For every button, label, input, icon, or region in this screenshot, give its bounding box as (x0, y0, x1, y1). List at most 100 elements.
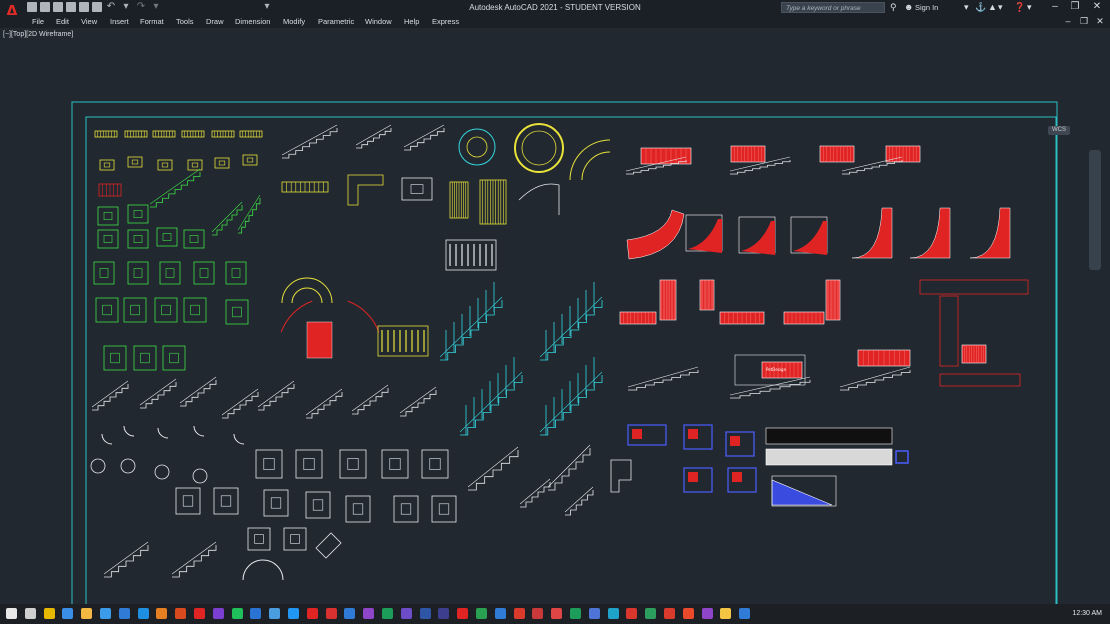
stair-elevation (460, 375, 523, 436)
menu-parametric[interactable]: Parametric (318, 17, 354, 26)
taskbar-app-icon[interactable] (137, 608, 149, 619)
taskbar-app-icon[interactable] (118, 608, 130, 619)
taskbar-app-icon[interactable] (739, 608, 751, 619)
search-icon[interactable] (24, 608, 36, 619)
navigation-bar[interactable] (1089, 150, 1101, 270)
autodesk-app-store-icon[interactable]: ⚓ (975, 2, 986, 12)
taskbar-app-icon[interactable] (344, 608, 356, 619)
menu-draw[interactable]: Draw (206, 17, 224, 26)
taskbar-app-icon[interactable] (231, 608, 243, 619)
spiral-stair (193, 425, 205, 437)
stair-elevation (540, 375, 603, 436)
taskbar-app-icon[interactable] (720, 608, 732, 619)
stair-plan (401, 177, 433, 201)
doc-close-icon[interactable]: ✕ (1094, 16, 1106, 27)
stair-elevation (468, 450, 519, 491)
stair-blocks (90, 123, 1029, 581)
help-dropdown-icon[interactable]: ▾ (1027, 2, 1032, 12)
menu-insert[interactable]: Insert (110, 17, 129, 26)
taskbar-app-icon[interactable] (438, 608, 450, 619)
menu-edit[interactable]: Edit (56, 17, 69, 26)
stair-plan (193, 261, 215, 285)
taskbar-app-icon[interactable] (570, 608, 581, 619)
taskbar-app-icon[interactable] (175, 608, 187, 619)
taskbar-app-icon[interactable] (701, 608, 713, 619)
stair-elevation (104, 545, 149, 578)
stair-plan (133, 345, 157, 371)
user-icon[interactable]: ☻ (904, 2, 913, 12)
taskbar-app-icon[interactable] (194, 608, 205, 619)
stair-plan (159, 261, 181, 285)
stair-plan (157, 159, 173, 171)
stair-plan (214, 157, 230, 169)
taskbar-app-icon[interactable] (43, 608, 55, 619)
taskbar-app-icon[interactable] (494, 608, 506, 619)
stair-plan (421, 449, 449, 479)
menu-dimension[interactable]: Dimension (235, 17, 270, 26)
menu-file[interactable]: File (32, 17, 44, 26)
help-icon[interactable]: ❓ (1014, 2, 1025, 12)
taskbar-app-icon[interactable] (325, 608, 337, 619)
stair-plan (283, 527, 307, 551)
close-icon[interactable]: ✕ (1090, 1, 1104, 13)
taskbar-app-icon[interactable] (513, 608, 525, 619)
search-icon[interactable]: ⚲ (890, 2, 900, 12)
start-button-icon[interactable] (6, 608, 17, 619)
taskbar-app-icon[interactable] (645, 608, 657, 619)
taskbar-clock[interactable]: 12:30 AM (1072, 610, 1102, 617)
stair-elevation (238, 198, 261, 234)
taskbar-app-icon[interactable] (363, 608, 375, 619)
taskbar-app-icon[interactable] (306, 608, 318, 619)
stair-elevation (140, 382, 177, 409)
stair-plan (183, 229, 205, 249)
stair-elevation (730, 380, 811, 399)
l-stair (347, 174, 384, 206)
minimize-icon[interactable]: – (1048, 1, 1062, 13)
menu-window[interactable]: Window (365, 17, 392, 26)
drawing-canvas[interactable]: PetDesign (0, 28, 1110, 604)
taskbar-app-icon[interactable] (100, 608, 111, 619)
taskbar-app-icon[interactable] (682, 608, 694, 619)
taskbar-app-icon[interactable] (382, 608, 393, 619)
sign-in-link[interactable]: Sign In (915, 3, 938, 12)
spiral-stair (347, 300, 380, 333)
stair-elevation (840, 370, 911, 391)
sign-in-dropdown-icon[interactable]: ▾ (964, 2, 969, 12)
taskbar-app-icon[interactable] (476, 608, 487, 619)
taskbar-app-icon[interactable] (156, 608, 168, 619)
stair-plan (247, 527, 271, 551)
menu-express[interactable]: Express (432, 17, 459, 26)
taskbar-app-icon[interactable] (588, 608, 600, 619)
taskbar-app-icon[interactable] (419, 608, 431, 619)
doc-minimize-icon[interactable]: – (1062, 16, 1074, 27)
stair-elevation (172, 545, 217, 578)
menu-help[interactable]: Help (404, 17, 419, 26)
menu-modify[interactable]: Modify (283, 17, 305, 26)
ucs-icon[interactable]: WCS (1048, 126, 1070, 135)
doc-restore-icon[interactable]: ❐ (1078, 16, 1090, 27)
taskbar-app-icon[interactable] (400, 608, 412, 619)
taskbar-app-icon[interactable] (551, 608, 563, 619)
taskbar-app-icon[interactable] (81, 608, 93, 619)
stair-plan (97, 229, 119, 249)
search-input[interactable]: Type a keyword or phrase (781, 2, 885, 13)
restore-icon[interactable]: ❐ (1068, 1, 1082, 13)
stay-connected-icon[interactable]: ▲ (988, 2, 997, 12)
taskbar-app-icon[interactable] (250, 608, 262, 619)
taskbar-app-icon[interactable] (212, 608, 224, 619)
taskbar-app-icon[interactable] (288, 608, 299, 619)
taskbar-app-icon[interactable] (626, 608, 638, 619)
taskbar-app-icon[interactable] (62, 608, 74, 619)
taskbar-app-icon[interactable] (457, 608, 469, 619)
menu-view[interactable]: View (81, 17, 97, 26)
menu-format[interactable]: Format (140, 17, 164, 26)
stair-elevation (180, 380, 217, 407)
spiral-stair (233, 433, 245, 445)
menu-tools[interactable]: Tools (176, 17, 194, 26)
taskbar-app-icon[interactable] (269, 608, 281, 619)
taskbar-app-icon[interactable] (664, 608, 675, 619)
stay-connected-dropdown-icon[interactable]: ▾ (998, 2, 1003, 12)
taskbar-app-icon[interactable] (607, 608, 619, 619)
taskbar-app-icon[interactable] (532, 608, 544, 619)
window-title: Autodesk AutoCAD 2021 - STUDENT VERSION (469, 3, 641, 12)
